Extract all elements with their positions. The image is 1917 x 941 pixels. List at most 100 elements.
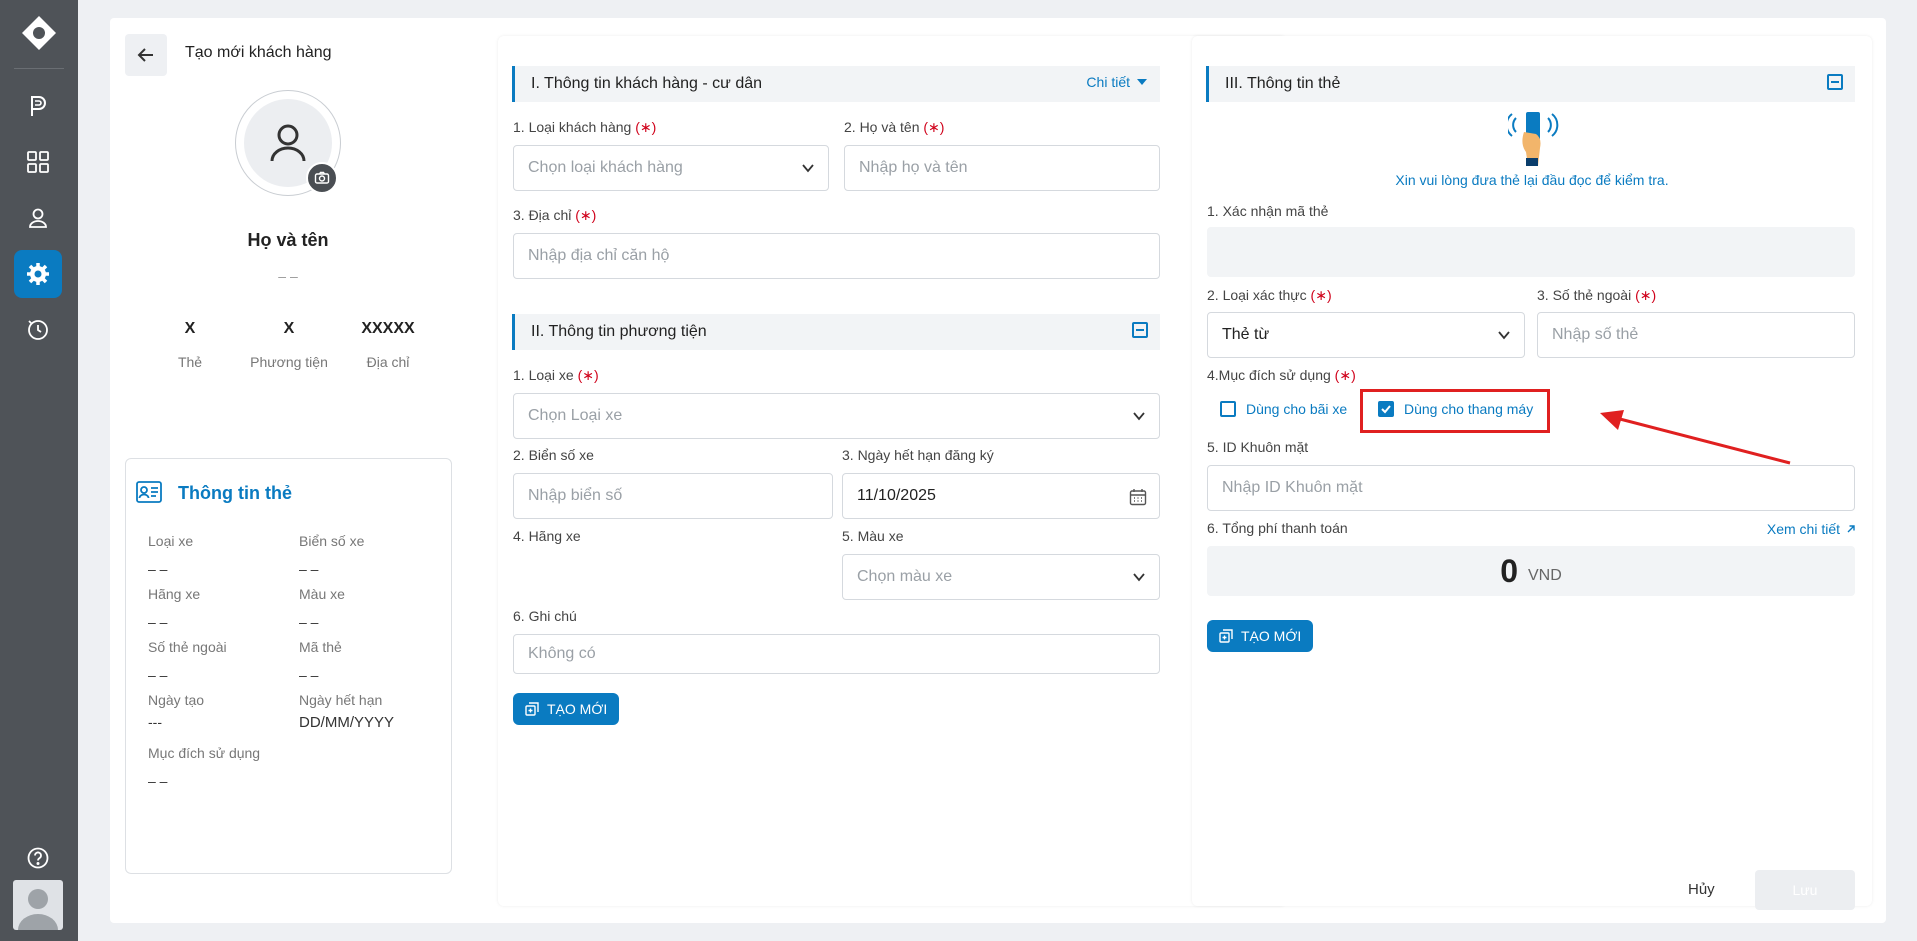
stat-value: X [283,320,295,337]
required-mark: (∗) [1635,287,1657,303]
color-label: 5. Màu xe [842,528,904,544]
info-expiry-date: Ngày hết hạn DD/MM/YYYY [299,692,394,731]
sidebar-divider [14,68,64,69]
plate-label: 2. Biển số xe [513,447,594,463]
color-select[interactable]: Chọn màu xe [842,554,1160,600]
button-label: TẠO MỚI [1241,628,1302,644]
stat-address: XXXXX Địa chỉ [338,320,438,370]
chevron-down-icon [802,164,814,173]
note-input[interactable]: Không có [513,634,1160,674]
info-label: Biển số xe [299,533,365,549]
upload-photo-button[interactable] [306,162,338,194]
required-mark: (∗) [1310,287,1332,303]
card-info-form-panel: III. Thông tin thẻ Xin vui lòng đưa thẻ … [1192,36,1872,910]
select-placeholder: Chọn màu xe [857,568,953,585]
face-id-input[interactable]: Nhập ID Khuôn mặt [1207,465,1855,511]
card-info-title: Thông tin thẻ [178,483,292,503]
back-button[interactable] [125,34,167,76]
detail-link[interactable]: Chi tiết [1086,74,1130,90]
select-placeholder: Chọn loại khách hàng [528,159,683,176]
user-icon[interactable] [14,194,62,242]
help-icon[interactable] [14,834,62,882]
stat-value: XXXXX [361,320,415,337]
note-label: 6. Ghi chú [513,608,577,624]
check-icon [1381,405,1391,414]
vehicle-type-select[interactable]: Chọn Loại xe [513,393,1160,439]
stat-label: Thẻ [177,354,203,370]
info-label: Mã thẻ [299,639,342,655]
info-label: Màu xe [299,586,345,602]
purpose-elevator-option[interactable]: Dùng cho thang máy [1378,401,1533,417]
calendar-icon[interactable] [1129,488,1147,506]
info-label: Mục đích sử dụng [148,745,261,761]
collapse-vehicle-button[interactable] [1132,322,1148,338]
cancel-button[interactable]: Hủy [1688,881,1715,898]
info-label: Ngày hết hạn [299,692,383,708]
info-value: --- [148,714,162,730]
create-vehicle-button[interactable]: TẠO MỚI [513,693,620,725]
option-label: Dùng cho thang máy [1404,401,1534,417]
section-vehicle-title: II. Thông tin phương tiện [531,323,707,340]
page-title: Tạo mới khách hàng [185,44,332,61]
input-placeholder: Nhập số thẻ [1552,326,1639,343]
info-vehicle-type: Loại xe – – [148,533,193,577]
required-mark: (∗) [575,207,597,223]
section-customer-title: I. Thông tin khách hàng - cư dân [531,75,763,92]
select-value: Thẻ từ [1222,326,1270,343]
user-avatar[interactable] [13,880,63,930]
required-mark: (∗) [1334,367,1356,383]
purpose-parking-option[interactable]: Dùng cho bãi xe [1220,401,1347,417]
label-text: 2. Họ và tên [844,119,920,135]
chevron-down-icon [1498,331,1510,340]
create-card-button[interactable]: TẠO MỚI [1207,620,1314,652]
info-brand: Hãng xe – – [148,586,200,630]
external-card-input[interactable]: Nhập số thẻ [1537,312,1855,358]
stat-vehicles: X Phương tiện [239,320,339,370]
parking-checkbox[interactable] [1220,401,1236,417]
info-value: – – [299,667,319,683]
input-placeholder: Không có [528,645,596,662]
section-card-header: III. Thông tin thẻ [1206,66,1855,102]
info-value: – – [148,667,168,683]
elevator-checkbox[interactable] [1378,401,1394,417]
address-input[interactable]: Nhập địa chỉ căn hộ [513,233,1160,279]
profile-subtitle: – – [278,268,298,284]
stat-label: Phương tiện [250,354,328,370]
external-card-label: 3. Số thẻ ngoài (∗) [1537,287,1656,304]
copy-add-icon [1219,629,1233,643]
stat-cards: X Thẻ [140,320,240,370]
save-button[interactable]: Lưu [1755,870,1855,910]
parking-icon[interactable] [14,82,62,130]
input-placeholder: Nhập địa chỉ căn hộ [528,247,670,264]
collapse-card-button[interactable] [1827,74,1843,90]
input-placeholder: Nhập biển số [528,487,623,504]
info-card-code: Mã thẻ – – [299,639,342,683]
dashboard-grid-icon[interactable] [14,138,62,186]
annotation-arrow [1600,410,1791,465]
info-external-card: Số thẻ ngoài – – [148,639,227,683]
customer-type-label: 1. Loại khách hàng (∗) [513,119,656,136]
history-clock-icon[interactable] [14,306,62,354]
label-text: 2. Loại xác thực [1207,287,1307,303]
external-link-icon [1847,525,1855,533]
expiry-date-input[interactable]: 11/10/2025 [842,473,1160,519]
auth-type-select[interactable]: Thẻ từ [1207,312,1525,358]
total-fee-unit: VND [1528,567,1562,584]
profile-name: Họ và tên [247,230,329,250]
confirm-code-label: 1. Xác nhận mã thẻ [1207,203,1329,219]
id-card-icon [136,481,162,503]
plate-input[interactable]: Nhập biển số [513,473,833,519]
info-label: Hãng xe [148,586,201,602]
section-card-title: III. Thông tin thẻ [1225,75,1341,92]
app-logo-icon[interactable] [20,14,58,52]
confirm-code-field [1207,227,1855,277]
fullname-input[interactable]: Nhập họ và tên [844,145,1160,191]
view-detail-link[interactable]: Xem chi tiết [1767,521,1856,537]
customer-type-select[interactable]: Chọn loại khách hàng [513,145,829,191]
label-text: 1. Loại khách hàng [513,119,632,135]
link-label: Xem chi tiết [1766,521,1840,537]
settings-gear-icon[interactable] [14,250,62,298]
info-value: DD/MM/YYYY [299,714,395,731]
address-label: 3. Địa chỉ (∗) [513,207,596,224]
detail-toggle[interactable]: Chi tiết [1086,74,1148,90]
